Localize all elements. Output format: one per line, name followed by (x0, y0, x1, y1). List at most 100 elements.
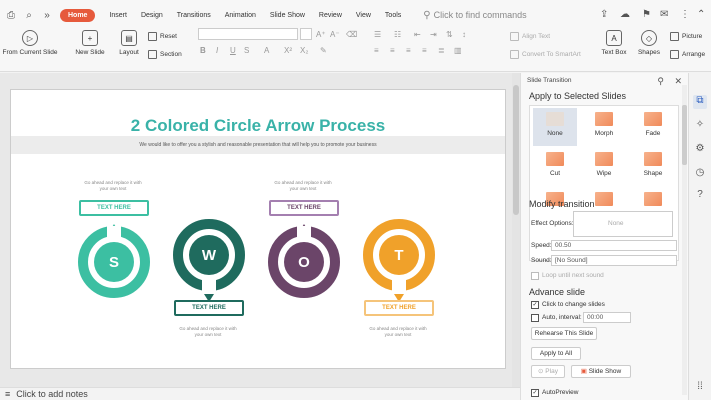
numbering-icon[interactable]: ☷ (394, 30, 401, 39)
tab-home[interactable]: Home (60, 8, 96, 22)
loop-checkbox[interactable] (531, 272, 539, 280)
distribute-icon[interactable]: ≣ (438, 46, 445, 55)
transition-morph[interactable]: Morph (582, 108, 626, 146)
circle-letter-t[interactable]: T (379, 235, 419, 275)
collapse-ribbon-icon[interactable]: ⌃ (697, 9, 705, 20)
clear-format-icon[interactable]: ⌫ (346, 30, 357, 39)
circle-letter-s[interactable]: S (94, 242, 134, 282)
label-box-s[interactable]: TEXT HERE (79, 200, 149, 216)
shadow-icon[interactable]: S (244, 46, 249, 55)
pane-title[interactable]: Slide Transition (527, 77, 571, 84)
align-right-icon[interactable]: ≡ (406, 46, 411, 55)
cloud-icon[interactable]: ☁ (620, 9, 630, 20)
apps-icon[interactable]: ⁞⁞ (693, 381, 707, 395)
desc-text-s[interactable]: Go ahead and replace it with your own te… (81, 180, 145, 192)
settings-icon[interactable]: ⋮ (680, 9, 690, 20)
tab-animation[interactable]: Animation (225, 12, 256, 19)
tab-design[interactable]: Design (141, 12, 163, 19)
indent-increase-icon[interactable]: ⇥ (430, 30, 437, 39)
label-box-w[interactable]: TEXT HERE (174, 300, 244, 316)
preview-icon[interactable]: ⌕ (22, 8, 36, 22)
transition-cut[interactable]: Cut (533, 148, 577, 186)
circle-letter-w[interactable]: W (189, 235, 229, 275)
reset-button[interactable]: Reset (148, 32, 177, 41)
autopreview-checkbox[interactable]: ✓ (531, 389, 539, 397)
transition-fade[interactable]: Fade (631, 108, 675, 146)
font-size-select[interactable] (300, 28, 312, 40)
sliders-icon[interactable]: ⚙ (693, 143, 707, 157)
desc-text-o[interactable]: Go ahead and replace it with your own te… (271, 180, 335, 192)
animation-icon[interactable]: ✧ (693, 119, 707, 133)
slide[interactable]: 2 Colored Circle Arrow Process We would … (10, 89, 506, 369)
font-name-select[interactable] (198, 28, 298, 40)
command-search[interactable]: ⚲ Click to find commands (423, 10, 526, 21)
tab-tools[interactable]: Tools (385, 12, 401, 19)
slide-subtitle[interactable]: We would like to offer you a stylish and… (11, 136, 505, 154)
tab-slide-show[interactable]: Slide Show (270, 12, 305, 19)
history-icon[interactable]: ◷ (693, 167, 707, 181)
subscript-icon[interactable]: X₂ (300, 46, 308, 55)
shapes-button[interactable]: ◇ Shapes (634, 30, 664, 56)
align-text-button[interactable]: Align Text (510, 32, 550, 41)
tab-transitions[interactable]: Transitions (177, 12, 211, 19)
slide-transition-icon[interactable]: ⧉ (693, 95, 707, 109)
highlight-icon[interactable]: ✎ (320, 46, 327, 55)
from-current-slide-button[interactable]: ▷ From Current Slide (0, 30, 60, 56)
label-box-o[interactable]: TEXT HERE (269, 200, 339, 216)
more-icon[interactable]: » (40, 8, 54, 22)
columns-icon[interactable]: ▥ (454, 46, 462, 55)
align-left-icon[interactable]: ≡ (374, 46, 379, 55)
font-color-icon[interactable]: A (264, 46, 269, 55)
speed-field[interactable]: 00.50 (551, 240, 677, 251)
convert-smartart-button[interactable]: Convert To SmartArt (510, 50, 581, 59)
click-to-change-checkbox[interactable]: ✓ (531, 301, 539, 309)
section-button[interactable]: Section (148, 50, 182, 59)
help-icon[interactable]: ? (693, 189, 707, 203)
share-icon[interactable]: ⇪ (600, 9, 608, 20)
scroll-thumb[interactable] (513, 85, 519, 215)
auto-interval-field[interactable]: 00:00 (583, 312, 631, 323)
arrange-button[interactable]: Arrange (670, 50, 705, 59)
transition-wipe[interactable]: Wipe (582, 148, 626, 186)
collaborate-icon[interactable]: ✉ (660, 9, 668, 20)
indent-decrease-icon[interactable]: ⇤ (414, 30, 421, 39)
notification-icon[interactable]: ⚑ (642, 9, 651, 20)
notes-bar[interactable]: ≡ Click to add notes (0, 387, 520, 400)
picture-button[interactable]: Picture (670, 32, 702, 41)
new-slide-button[interactable]: + New Slide (70, 30, 110, 56)
align-center-icon[interactable]: ≡ (390, 46, 395, 55)
slide-title[interactable]: 2 Colored Circle Arrow Process (11, 116, 505, 136)
transition-shape[interactable]: Shape (631, 148, 675, 186)
transition-none[interactable]: None (533, 108, 577, 146)
apply-all-button[interactable]: Apply to All (531, 347, 581, 360)
slide-show-button[interactable]: ▣ Slide Show (571, 365, 631, 378)
sound-select[interactable]: [No Sound] (551, 255, 677, 266)
play-button[interactable]: ⊙ Play (531, 365, 565, 378)
pin-icon[interactable]: ⚲ (657, 76, 664, 86)
bold-icon[interactable]: B (200, 46, 206, 55)
auto-interval-checkbox[interactable] (531, 314, 539, 322)
circle-letter-o[interactable]: O (284, 242, 324, 282)
justify-icon[interactable]: ≡ (422, 46, 427, 55)
tab-insert[interactable]: Insert (109, 12, 127, 19)
label-box-t[interactable]: TEXT HERE (364, 300, 434, 316)
bullets-icon[interactable]: ☰ (374, 30, 381, 39)
line-spacing-icon[interactable]: ↕ (462, 30, 466, 39)
tab-view[interactable]: View (356, 12, 371, 19)
canvas-scrollbar[interactable] (512, 73, 520, 387)
desc-text-t[interactable]: Go ahead and replace it with your own te… (366, 326, 430, 338)
decrease-font-icon[interactable]: A⁻ (330, 30, 340, 39)
superscript-icon[interactable]: X² (284, 46, 292, 55)
italic-icon[interactable]: I (216, 46, 218, 55)
text-box-button[interactable]: A Text Box (598, 30, 630, 56)
close-icon[interactable]: ✕ (674, 76, 682, 86)
tab-review[interactable]: Review (319, 12, 342, 19)
layout-button[interactable]: ▤ Layout (112, 30, 146, 56)
effect-options-select[interactable]: None (573, 211, 673, 237)
rehearse-button[interactable]: Rehearse This Slide (531, 327, 597, 340)
text-direction-icon[interactable]: ⇅ (446, 30, 453, 39)
pane-scrollbar[interactable] (682, 85, 687, 395)
underline-icon[interactable]: U (230, 46, 236, 55)
print-icon[interactable]: ⎙ (4, 8, 18, 22)
increase-font-icon[interactable]: A⁺ (316, 30, 326, 39)
